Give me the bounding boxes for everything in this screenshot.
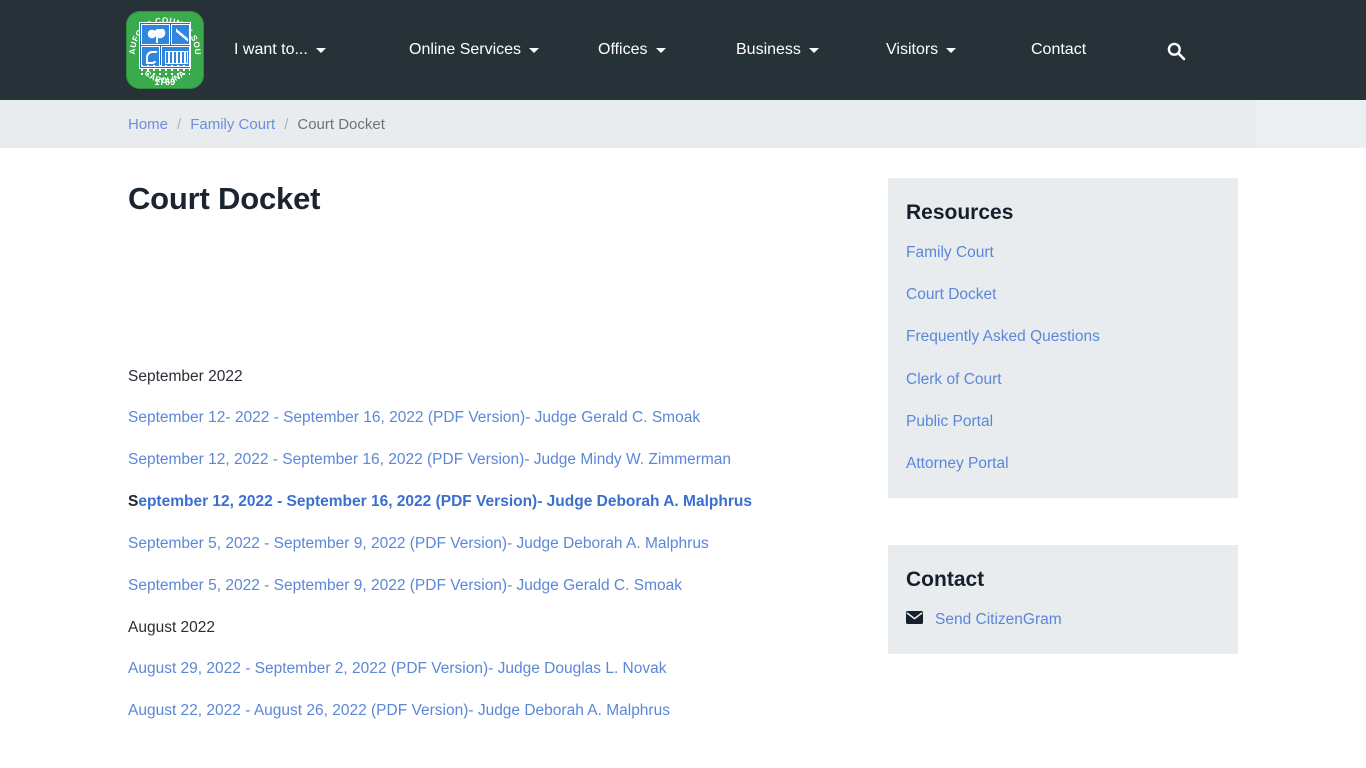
seal-quadrant-tree (141, 24, 170, 45)
nav-item-i-want-to[interactable]: I want to... (234, 34, 326, 66)
chevron-down-icon (529, 47, 540, 53)
page-title: Court Docket (128, 181, 321, 216)
contact-panel: Contact Send CitizenGram (888, 545, 1238, 655)
sidebar-link-court-docket[interactable]: Court Docket (906, 285, 1220, 305)
breadcrumb-current: Court Docket (297, 115, 385, 133)
docket-section-september: September 2022 September 12- 2022 - Sept… (128, 367, 858, 597)
docket-link[interactable]: September 5, 2022 - September 9, 2022 (P… (128, 534, 858, 555)
site-header: BEAUFORT COUNTY SOUTH CAROLINA 1769 I wa… (0, 0, 1366, 100)
docket-list: September 2022 September 12- 2022 - Sept… (128, 367, 858, 722)
contact-row: Send CitizenGram (906, 610, 1220, 630)
nav-item-offices[interactable]: Offices (598, 34, 666, 66)
seal-quadrant-building (161, 46, 190, 67)
docket-link[interactable]: September 5, 2022 - September 9, 2022 (P… (128, 576, 858, 597)
nav-item-label: Offices (598, 41, 648, 58)
nav-item-business[interactable]: Business (736, 34, 819, 66)
nav-slot-5: Contact (1031, 34, 1141, 66)
docket-link-highlighted[interactable]: September 12, 2022 - September 16, 2022 … (128, 492, 858, 513)
nav-item-label: Visitors (886, 41, 939, 58)
seal-quadrant-fishing (171, 24, 190, 45)
beaufort-county-seal-icon: BEAUFORT COUNTY SOUTH CAROLINA 1769 (126, 11, 204, 89)
chevron-down-icon (808, 47, 819, 53)
site-logo-link[interactable]: BEAUFORT COUNTY SOUTH CAROLINA 1769 (126, 11, 204, 89)
nav-slot-3: Business (736, 34, 886, 66)
embedded-content-placeholder (128, 217, 858, 367)
breadcrumb-family-court[interactable]: Family Court (190, 116, 275, 133)
nav-item-online-services[interactable]: Online Services (409, 34, 540, 66)
search-icon[interactable] (1163, 38, 1189, 64)
docket-link-lead-char: S (128, 493, 139, 511)
sidebar-link-faq[interactable]: Frequently Asked Questions (906, 327, 1220, 347)
nav-item-label: I want to... (234, 41, 308, 58)
nav-slot-1: Online Services (409, 34, 598, 66)
nav-item-label: Business (736, 41, 801, 58)
nav-slot-4: Visitors (886, 34, 1031, 66)
breadcrumb-separator: / (284, 115, 289, 133)
send-citizengram-link[interactable]: Send CitizenGram (935, 610, 1062, 630)
nav-slot-2: Offices (598, 34, 736, 66)
seal-emblem (139, 22, 191, 69)
envelope-icon (906, 611, 923, 629)
chevron-down-icon (655, 47, 666, 53)
seal-year: 1769 (154, 77, 176, 87)
resources-panel: Resources Family Court Court Docket Freq… (888, 178, 1238, 499)
nav-slot-0: I want to... (234, 34, 409, 66)
nav-item-label: Contact (1031, 41, 1087, 58)
main-navigation: I want to... Online Services Offices Bus… (234, 0, 1141, 100)
page-body: Court Docket September 2022 September 12… (0, 148, 1366, 768)
chevron-down-icon (315, 47, 326, 53)
sidebar-link-clerk-of-court[interactable]: Clerk of Court (906, 370, 1220, 390)
sidebar-link-attorney-portal[interactable]: Attorney Portal (906, 454, 1220, 474)
breadcrumb-separator: / (177, 115, 182, 133)
breadcrumb-bar: Home / Family Court / Court Docket (0, 100, 1366, 148)
sidebar-link-family-court[interactable]: Family Court (906, 243, 1220, 263)
sidebar-link-public-portal[interactable]: Public Portal (906, 412, 1220, 432)
month-heading: August 2022 (128, 618, 216, 636)
sidebar: Resources Family Court Court Docket Freq… (888, 178, 1238, 655)
nav-item-contact[interactable]: Contact (1031, 34, 1086, 66)
docket-link[interactable]: August 22, 2022 - August 26, 2022 (PDF V… (128, 701, 858, 722)
month-heading: September 2022 (128, 368, 243, 386)
main-content: Court Docket September 2022 September 12… (128, 148, 858, 743)
nav-item-label: Online Services (409, 41, 522, 58)
docket-link-label: eptember 12, 2022 - September 16, 2022 (… (138, 493, 752, 511)
docket-section-august: August 2022 August 29, 2022 - September … (128, 618, 858, 722)
breadcrumb-home[interactable]: Home (128, 116, 168, 133)
docket-link[interactable]: August 29, 2022 - September 2, 2022 (PDF… (128, 659, 858, 680)
seal-quadrant-shrimp (141, 46, 160, 67)
docket-link[interactable]: September 12- 2022 - September 16, 2022 … (128, 408, 858, 429)
resources-title: Resources (906, 201, 1014, 224)
breadcrumb: Home / Family Court / Court Docket (0, 100, 1256, 148)
nav-item-visitors[interactable]: Visitors (886, 34, 957, 66)
chevron-down-icon (946, 47, 957, 53)
docket-link[interactable]: September 12, 2022 - September 16, 2022 … (128, 450, 858, 471)
contact-title: Contact (906, 568, 985, 592)
seal-waves (140, 65, 190, 75)
